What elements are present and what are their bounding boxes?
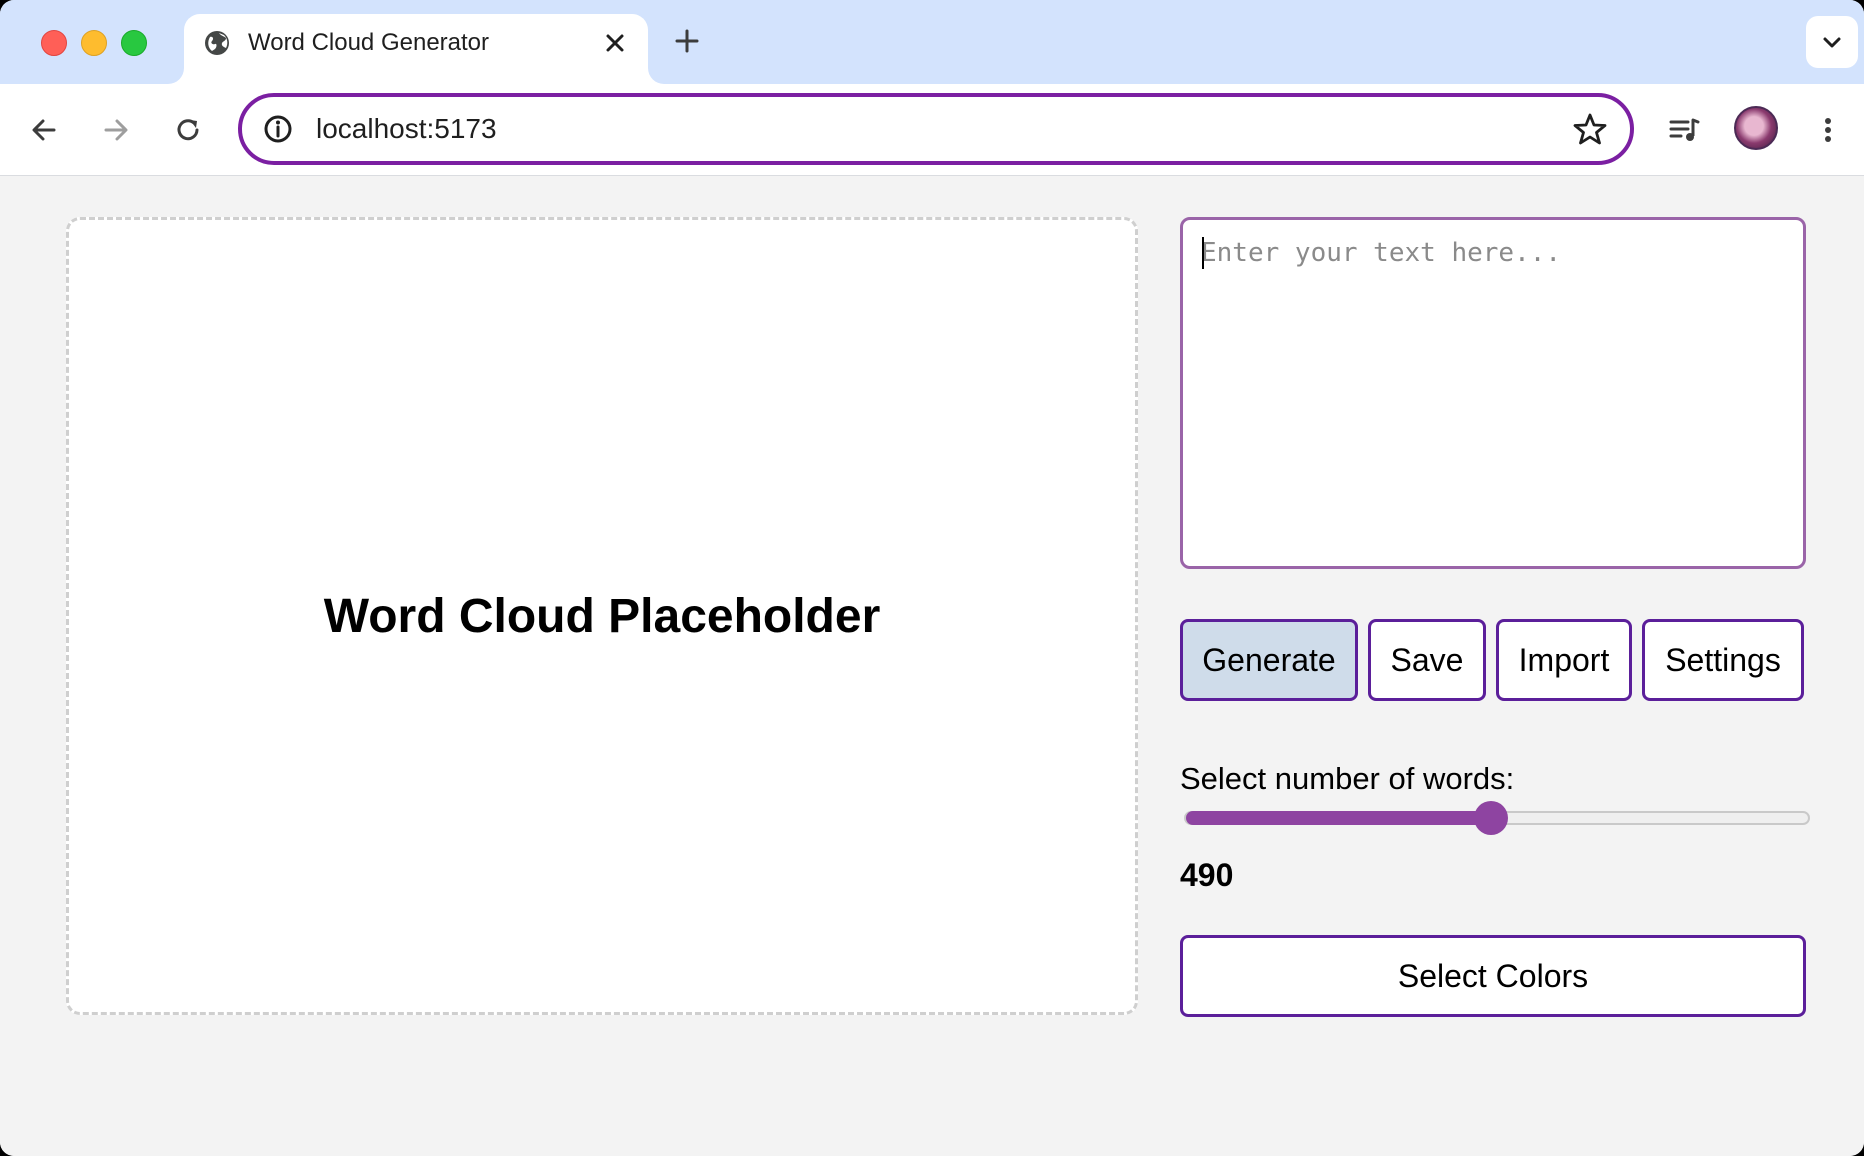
minimize-window-button[interactable]: [81, 30, 107, 56]
slider-thumb[interactable]: [1473, 801, 1508, 835]
more-options-icon[interactable]: [1810, 112, 1846, 148]
word-cloud-area: Word Cloud Placeholder: [66, 217, 1138, 1015]
bookmark-star-icon[interactable]: [1572, 111, 1608, 147]
back-arrow-icon[interactable]: [26, 112, 62, 148]
tab-title: Word Cloud Generator: [248, 29, 490, 56]
slider-fill: [1186, 811, 1491, 825]
word-count-slider[interactable]: [1184, 801, 1810, 835]
chevron-down-icon: [1823, 37, 1841, 48]
import-button[interactable]: Import: [1496, 619, 1632, 701]
media-queue-icon[interactable]: [1666, 112, 1702, 148]
tab-strip: Word Cloud Generator: [0, 0, 1864, 84]
text-input[interactable]: [1180, 217, 1806, 569]
close-tab-icon[interactable]: [602, 30, 628, 56]
new-tab-icon[interactable]: [672, 26, 702, 56]
globe-icon: [205, 31, 229, 55]
browser-toolbar: localhost:5173: [0, 84, 1864, 176]
page-content: Word Cloud Placeholder Generate Save Imp…: [0, 177, 1864, 1156]
select-colors-button[interactable]: Select Colors: [1180, 935, 1806, 1017]
profile-avatar[interactable]: [1734, 106, 1778, 150]
reload-icon[interactable]: [170, 112, 206, 148]
word-count-value: 490: [1180, 857, 1234, 893]
maximize-window-button[interactable]: [121, 30, 147, 56]
forward-arrow-icon[interactable]: [98, 112, 134, 148]
generate-button[interactable]: Generate: [1180, 619, 1358, 701]
browser-window: Word Cloud Generator localhost:5173 Word…: [0, 0, 1864, 1156]
url-text: localhost:5173: [316, 113, 497, 144]
tab-search-button[interactable]: [1806, 16, 1858, 68]
save-button[interactable]: Save: [1368, 619, 1486, 701]
tab-word-cloud-generator[interactable]: Word Cloud Generator: [184, 14, 648, 84]
close-window-button[interactable]: [41, 30, 67, 56]
settings-button[interactable]: Settings: [1642, 619, 1804, 701]
word-cloud-placeholder: Word Cloud Placeholder: [323, 589, 881, 643]
text-cursor: [1202, 237, 1204, 269]
word-count-label: Select number of words:: [1180, 761, 1515, 796]
site-info-icon[interactable]: [262, 113, 294, 145]
address-bar[interactable]: localhost:5173: [238, 93, 1634, 165]
